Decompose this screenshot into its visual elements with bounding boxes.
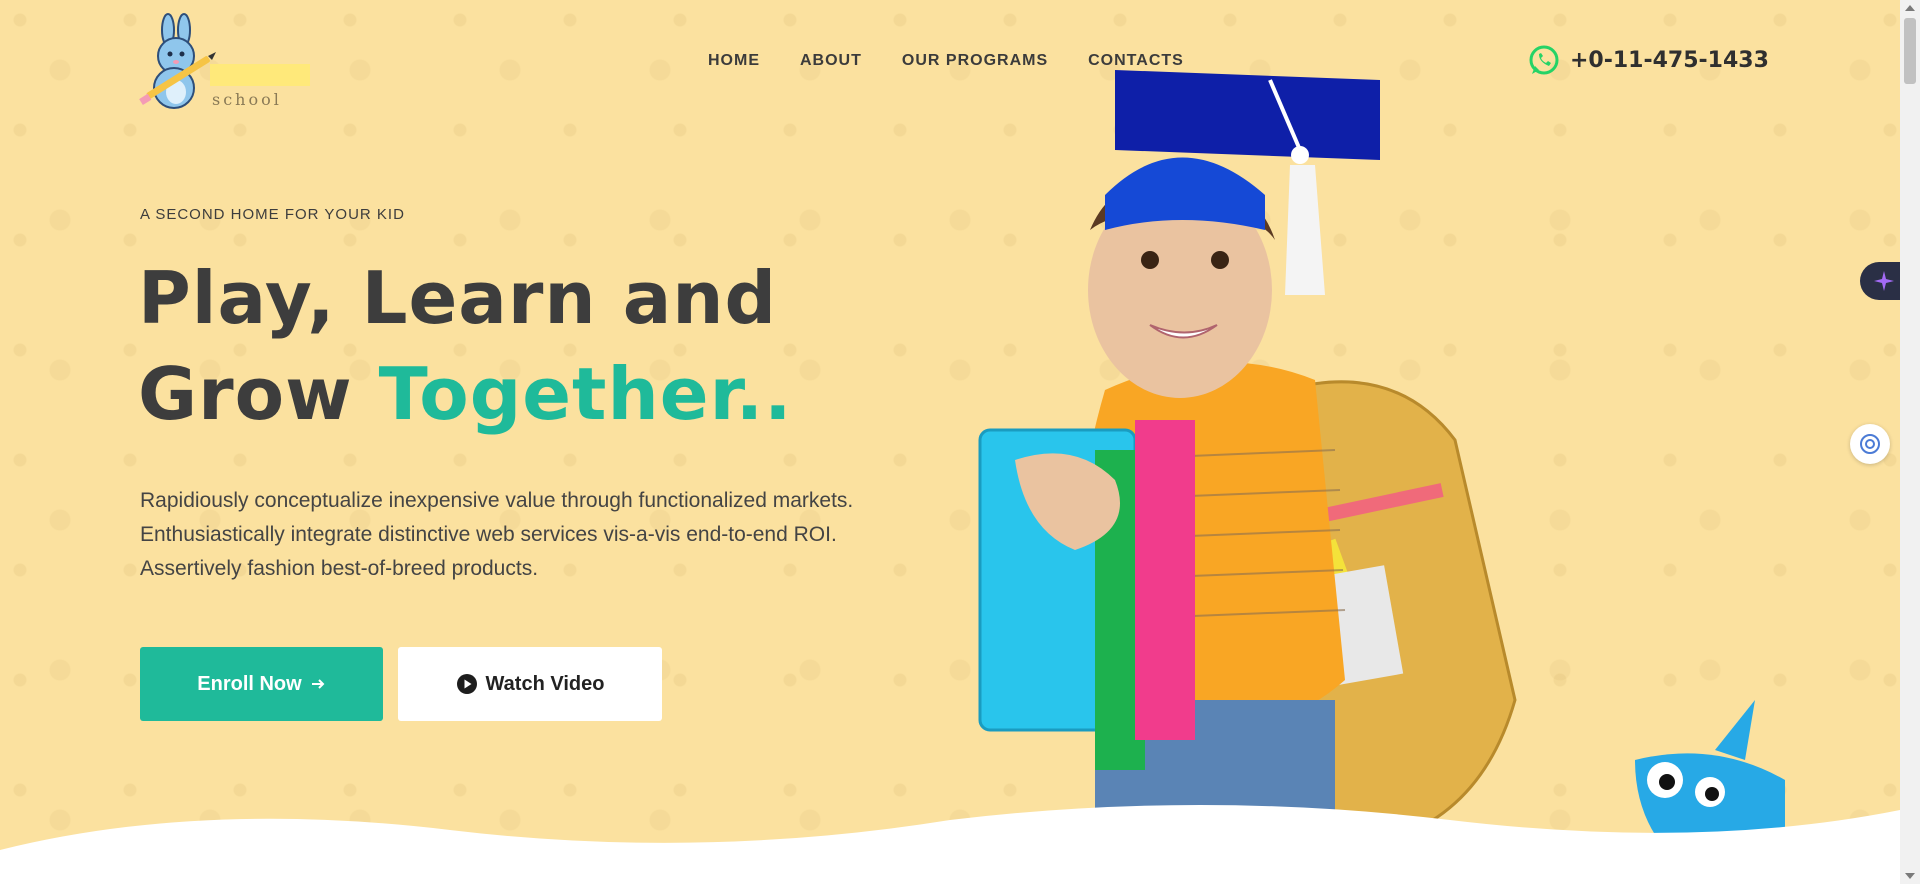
- chat-extension-button[interactable]: [1850, 424, 1890, 464]
- scrollbar-thumb[interactable]: [1904, 18, 1916, 84]
- bunny-with-pencil-icon: [139, 13, 216, 109]
- description-line-3: Assertively fashion best-of-breed produc…: [140, 557, 539, 580]
- headline-line-2-accent: Together..: [378, 352, 793, 436]
- description-line-2: Enthusiastically integrate distinctive w…: [140, 523, 837, 546]
- hero-kid-illustration: [978, 70, 1785, 880]
- headline-line-2-plain: Grow: [138, 352, 353, 436]
- hero-description: Rapidiously conceptualize inexpensive va…: [140, 484, 940, 586]
- hero-eyebrow: A SECOND HOME FOR YOUR KID: [140, 206, 405, 223]
- hero-headline: Play, Learn and Grow Together..: [138, 250, 858, 442]
- arrow-right-icon: [311, 679, 325, 689]
- nav-home[interactable]: HOME: [708, 52, 760, 70]
- enroll-now-button[interactable]: Enroll Now: [140, 647, 383, 721]
- description-line-1: Rapidiously conceptualize inexpensive va…: [140, 489, 854, 512]
- play-circle-icon: [456, 674, 477, 694]
- scroll-up-arrow-icon[interactable]: [1905, 5, 1915, 11]
- brand-subtitle: school: [212, 90, 282, 109]
- bottom-wave-divider: [0, 805, 1900, 884]
- nav-about[interactable]: ABOUT: [800, 52, 862, 70]
- watch-video-button[interactable]: Watch Video: [398, 647, 662, 721]
- page-scrollbar[interactable]: [1900, 0, 1920, 884]
- scroll-down-arrow-icon[interactable]: [1905, 873, 1915, 879]
- brand-name-highlight: [210, 64, 310, 86]
- sparkle-icon: [1874, 271, 1894, 291]
- headline-line-1: Play, Learn and: [138, 256, 778, 340]
- enroll-now-label: Enroll Now: [197, 672, 302, 695]
- openai-knot-icon: [1860, 434, 1880, 454]
- watch-video-label: Watch Video: [485, 672, 605, 695]
- site-logo[interactable]: school: [138, 12, 318, 112]
